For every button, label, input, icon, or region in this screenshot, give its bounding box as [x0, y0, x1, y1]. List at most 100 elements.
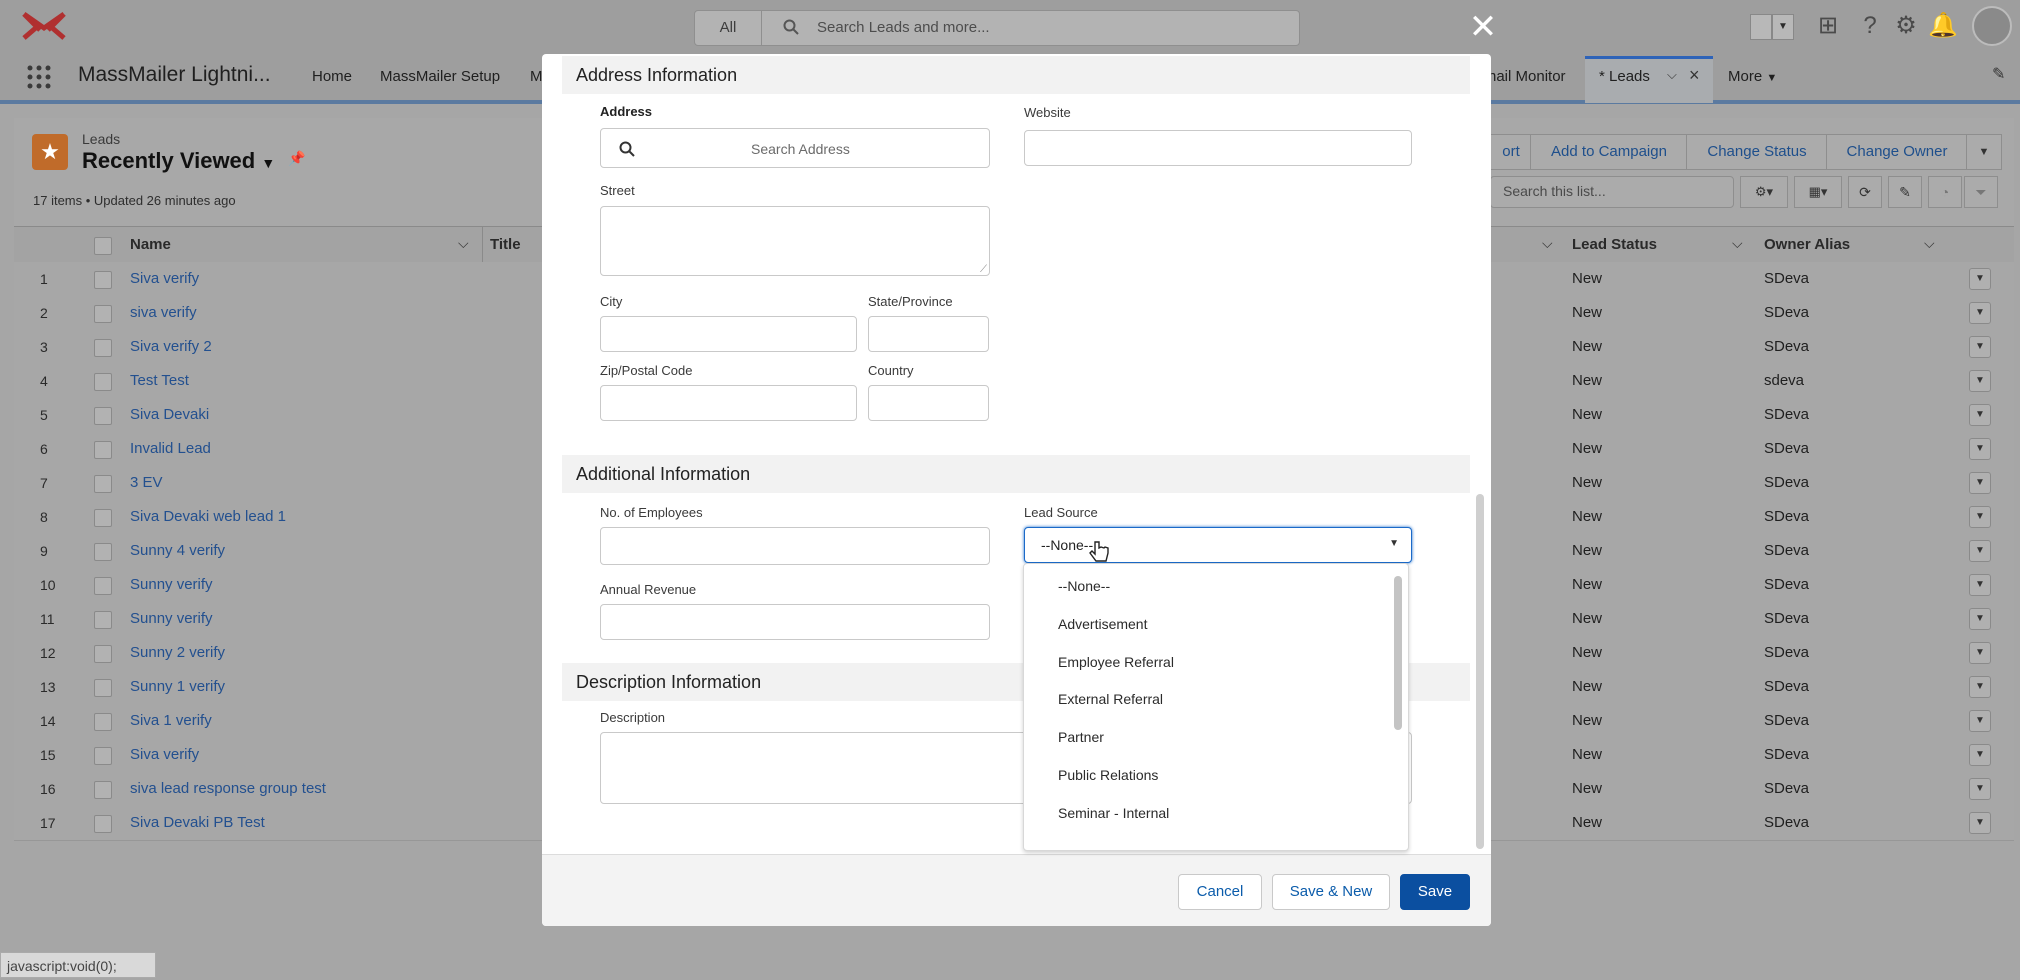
- row-checkbox[interactable]: [94, 475, 112, 493]
- row-checkbox[interactable]: [94, 373, 112, 391]
- row-actions-chevron-icon[interactable]: ▼: [1969, 778, 1991, 800]
- section-additional-information[interactable]: Additional Information: [562, 455, 1470, 493]
- global-search[interactable]: All Search Leads and more...: [694, 10, 1300, 46]
- lead-name-link[interactable]: 3 EV: [130, 474, 163, 491]
- dropdown-scrollbar[interactable]: [1394, 576, 1402, 730]
- city-input[interactable]: [600, 316, 857, 352]
- row-checkbox[interactable]: [94, 441, 112, 459]
- pin-icon[interactable]: 📌: [288, 150, 306, 172]
- lead-name-link[interactable]: Siva Devaki: [130, 406, 209, 423]
- row-checkbox[interactable]: [94, 781, 112, 799]
- street-textarea[interactable]: ⟋: [600, 206, 990, 276]
- lead-name-link[interactable]: Siva verify: [130, 746, 199, 763]
- lead-name-link[interactable]: Sunny 4 verify: [130, 542, 225, 559]
- lead-name-link[interactable]: Sunny verify: [130, 576, 213, 593]
- lead-name-link[interactable]: Siva 1 verify: [130, 712, 212, 729]
- select-all-checkbox[interactable]: [94, 237, 112, 255]
- row-checkbox[interactable]: [94, 305, 112, 323]
- row-actions-chevron-icon[interactable]: ▼: [1969, 268, 1991, 290]
- add-to-campaign-button[interactable]: Add to Campaign: [1530, 134, 1688, 170]
- row-actions-chevron-icon[interactable]: ▼: [1969, 540, 1991, 562]
- lead-name-link[interactable]: Test Test: [130, 372, 189, 389]
- row-actions-chevron-icon[interactable]: ▼: [1969, 336, 1991, 358]
- mail-logo-icon[interactable]: [22, 10, 66, 42]
- close-icon[interactable]: ✕: [1468, 10, 1498, 44]
- dropdown-option[interactable]: Advertisement: [1058, 616, 1147, 632]
- bell-icon[interactable]: 🔔: [1928, 12, 1958, 40]
- zip-postal-code-input[interactable]: [600, 385, 857, 421]
- search-input[interactable]: Search Leads and more...: [817, 11, 990, 45]
- row-actions-chevron-icon[interactable]: ▼: [1969, 676, 1991, 698]
- row-actions-chevron-icon[interactable]: ▼: [1969, 642, 1991, 664]
- country-input[interactable]: [868, 385, 989, 421]
- row-checkbox[interactable]: [94, 645, 112, 663]
- row-checkbox[interactable]: [94, 339, 112, 357]
- nav-item-home[interactable]: Home: [312, 68, 352, 85]
- row-checkbox[interactable]: [94, 271, 112, 289]
- chevron-down-icon[interactable]: ⌵: [1732, 235, 1743, 252]
- column-header-owner-alias[interactable]: Owner Alias: [1764, 236, 1850, 253]
- edit-list-icon[interactable]: ✎: [1888, 176, 1922, 208]
- add-icon[interactable]: ⊞: [1814, 12, 1842, 40]
- save-and-new-button[interactable]: Save & New: [1272, 874, 1390, 910]
- refresh-icon[interactable]: ⟳: [1848, 176, 1882, 208]
- more-actions-chevron-icon[interactable]: ▼: [1966, 134, 2002, 170]
- row-checkbox[interactable]: [94, 747, 112, 765]
- row-actions-chevron-icon[interactable]: ▼: [1969, 608, 1991, 630]
- row-checkbox[interactable]: [94, 815, 112, 833]
- close-tab-icon[interactable]: ×: [1689, 65, 1700, 86]
- section-address-information[interactable]: Address Information: [562, 56, 1470, 94]
- list-settings-icon[interactable]: ⚙▾: [1740, 176, 1788, 208]
- lead-name-link[interactable]: siva lead response group test: [130, 780, 326, 797]
- chevron-down-icon[interactable]: ⌵: [1924, 235, 1935, 252]
- lead-name-link[interactable]: Sunny 2 verify: [130, 644, 225, 661]
- display-as-table-icon[interactable]: ▦▾: [1794, 176, 1842, 208]
- help-icon[interactable]: ?: [1856, 12, 1884, 40]
- nav-more[interactable]: More ▼: [1728, 68, 1777, 85]
- row-actions-chevron-icon[interactable]: ▼: [1969, 370, 1991, 392]
- lead-name-link[interactable]: Siva Devaki PB Test: [130, 814, 265, 831]
- column-header-lead-status[interactable]: Lead Status: [1572, 236, 1657, 253]
- dropdown-option[interactable]: Employee Referral: [1058, 654, 1174, 670]
- lead-name-link[interactable]: Invalid Lead: [130, 440, 211, 457]
- row-checkbox[interactable]: [94, 509, 112, 527]
- nav-item-m[interactable]: M: [530, 68, 543, 85]
- dropdown-option[interactable]: Partner: [1058, 729, 1104, 745]
- column-header-title[interactable]: Title: [490, 236, 521, 253]
- lead-name-link[interactable]: Siva Devaki web lead 1: [130, 508, 286, 525]
- change-status-button[interactable]: Change Status: [1686, 134, 1828, 170]
- row-actions-chevron-icon[interactable]: ▼: [1969, 812, 1991, 834]
- save-button[interactable]: Save: [1400, 874, 1470, 910]
- tab-leads[interactable]: * Leads ⌵ ×: [1585, 56, 1713, 103]
- row-checkbox[interactable]: [94, 577, 112, 595]
- row-checkbox[interactable]: [94, 611, 112, 629]
- row-actions-chevron-icon[interactable]: ▼: [1969, 472, 1991, 494]
- lead-name-link[interactable]: Sunny verify: [130, 610, 213, 627]
- dropdown-option[interactable]: Public Relations: [1058, 767, 1158, 783]
- annual-revenue-input[interactable]: [600, 604, 990, 640]
- chevron-down-icon[interactable]: ⌵: [1667, 67, 1677, 83]
- row-checkbox[interactable]: [94, 713, 112, 731]
- avatar[interactable]: [1972, 6, 2012, 46]
- lead-name-link[interactable]: Sunny 1 verify: [130, 678, 225, 695]
- dropdown-option[interactable]: --None--: [1058, 578, 1110, 594]
- lead-name-link[interactable]: Siva verify 2: [130, 338, 212, 355]
- row-actions-chevron-icon[interactable]: ▼: [1969, 404, 1991, 426]
- nav-item-email-monitor[interactable]: nail Monitor: [1488, 68, 1566, 85]
- cancel-button[interactable]: Cancel: [1178, 874, 1262, 910]
- no-of-employees-input[interactable]: [600, 527, 990, 565]
- change-owner-button[interactable]: Change Owner: [1826, 134, 1968, 170]
- modal-scrollbar[interactable]: [1476, 494, 1484, 849]
- row-actions-chevron-icon[interactable]: ▼: [1969, 506, 1991, 528]
- row-actions-chevron-icon[interactable]: ▼: [1969, 744, 1991, 766]
- row-actions-chevron-icon[interactable]: ▼: [1969, 710, 1991, 732]
- waffle-icon[interactable]: [26, 64, 52, 90]
- search-address-input[interactable]: Search Address: [600, 128, 990, 168]
- chevron-down-icon[interactable]: ⌵: [458, 235, 469, 252]
- lead-source-select[interactable]: --None-- ▼: [1024, 527, 1412, 563]
- state-province-input[interactable]: [868, 316, 989, 352]
- chart-icon[interactable]: ◔: [1928, 176, 1962, 208]
- edit-nav-icon[interactable]: ✎: [1992, 64, 2005, 84]
- chevron-down-icon[interactable]: ▼: [1772, 14, 1794, 40]
- search-scope-select[interactable]: All: [695, 11, 762, 45]
